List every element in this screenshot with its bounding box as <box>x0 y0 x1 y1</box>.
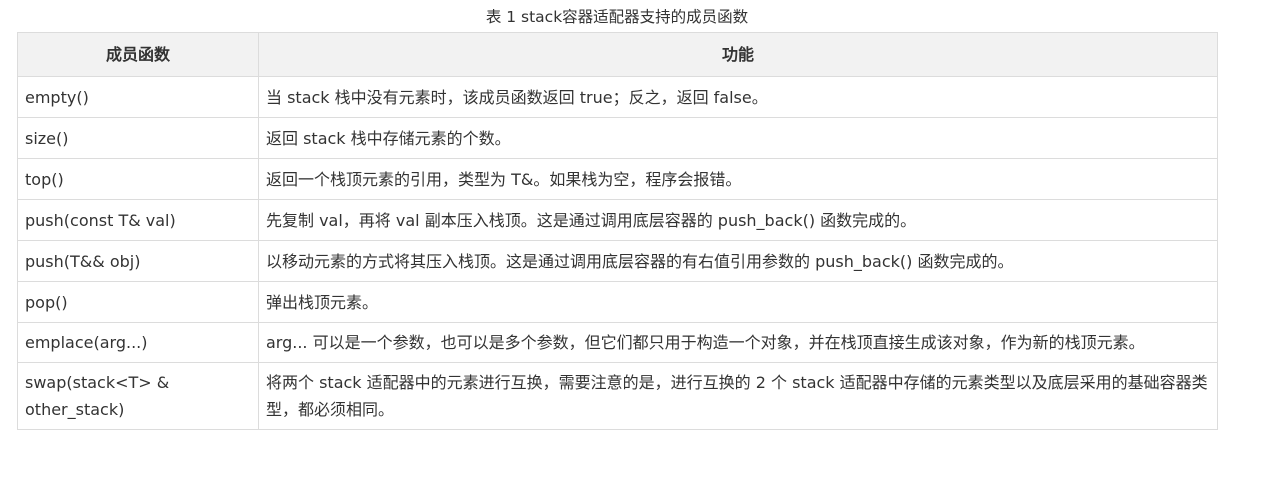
function-name-cell: push(T&& obj) <box>17 240 259 282</box>
table-row: push(T&& obj) 以移动元素的方式将其压入栈顶。这是通过调用底层容器的… <box>17 240 1218 282</box>
function-description-cell: 返回 stack 栈中存储元素的个数。 <box>258 117 1218 159</box>
function-name-cell: empty() <box>17 76 259 118</box>
header-description: 功能 <box>258 32 1218 77</box>
function-name-cell: size() <box>17 117 259 159</box>
function-description-cell: 弹出栈顶元素。 <box>258 281 1218 323</box>
table-row: push(const T& val) 先复制 val，再将 val 副本压入栈顶… <box>17 199 1218 241</box>
function-name-cell: swap(stack<T> & other_stack) <box>17 362 259 430</box>
function-name-cell: emplace(arg...) <box>17 322 259 363</box>
table-row: swap(stack<T> & other_stack) 将两个 stack 适… <box>17 362 1218 430</box>
member-functions-table: 成员函数 功能 empty() 当 stack 栈中没有元素时，该成员函数返回 … <box>17 32 1218 430</box>
function-description-cell: 当 stack 栈中没有元素时，该成员函数返回 true；反之，返回 false… <box>258 76 1218 118</box>
function-name-cell: pop() <box>17 281 259 323</box>
table-caption: 表 1 stack容器适配器支持的成员函数 <box>485 8 749 26</box>
table-row: top() 返回一个栈顶元素的引用，类型为 T&。如果栈为空，程序会报错。 <box>17 158 1218 200</box>
function-description-cell: 将两个 stack 适配器中的元素进行互换，需要注意的是，进行互换的 2 个 s… <box>258 362 1218 430</box>
table-header-row: 成员函数 功能 <box>17 32 1218 77</box>
function-description-cell: 返回一个栈顶元素的引用，类型为 T&。如果栈为空，程序会报错。 <box>258 158 1218 200</box>
function-description-cell: 先复制 val，再将 val 副本压入栈顶。这是通过调用底层容器的 push_b… <box>258 199 1218 241</box>
function-description-cell: arg... 可以是一个参数，也可以是多个参数，但它们都只用于构造一个对象，并在… <box>258 322 1218 363</box>
table-row: emplace(arg...) arg... 可以是一个参数，也可以是多个参数，… <box>17 322 1218 363</box>
table-row: size() 返回 stack 栈中存储元素的个数。 <box>17 117 1218 159</box>
header-member-function: 成员函数 <box>17 32 259 77</box>
table-row: empty() 当 stack 栈中没有元素时，该成员函数返回 true；反之，… <box>17 76 1218 118</box>
function-description-cell: 以移动元素的方式将其压入栈顶。这是通过调用底层容器的有右值引用参数的 push_… <box>258 240 1218 282</box>
table-row: pop() 弹出栈顶元素。 <box>17 281 1218 323</box>
function-name-cell: top() <box>17 158 259 200</box>
function-name-cell: push(const T& val) <box>17 199 259 241</box>
